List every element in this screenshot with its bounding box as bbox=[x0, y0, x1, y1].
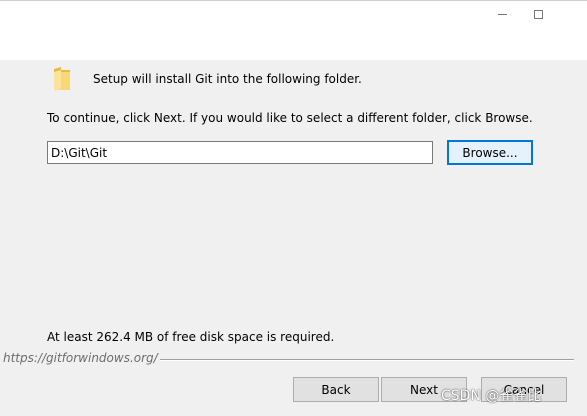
folder-icon bbox=[54, 67, 70, 91]
minimize-button[interactable] bbox=[484, 3, 520, 25]
browse-button[interactable]: Browse... bbox=[447, 140, 533, 165]
back-button[interactable]: Back bbox=[293, 377, 379, 402]
title-bar bbox=[0, 0, 587, 60]
install-path-input[interactable] bbox=[47, 141, 433, 164]
maximize-button[interactable] bbox=[520, 3, 556, 25]
cancel-button[interactable]: Cancel bbox=[481, 377, 567, 402]
next-button[interactable]: Next bbox=[381, 377, 467, 402]
disk-space-note: At least 262.4 MB of free disk space is … bbox=[47, 330, 335, 344]
minimize-icon bbox=[497, 13, 507, 15]
website-link[interactable]: https://gitforwindows.org/ bbox=[3, 351, 158, 365]
instructions-text: To continue, click Next. If you would li… bbox=[47, 111, 533, 125]
footer-divider bbox=[160, 359, 574, 361]
page-heading: Setup will install Git into the followin… bbox=[93, 72, 362, 86]
maximize-icon bbox=[533, 9, 543, 19]
